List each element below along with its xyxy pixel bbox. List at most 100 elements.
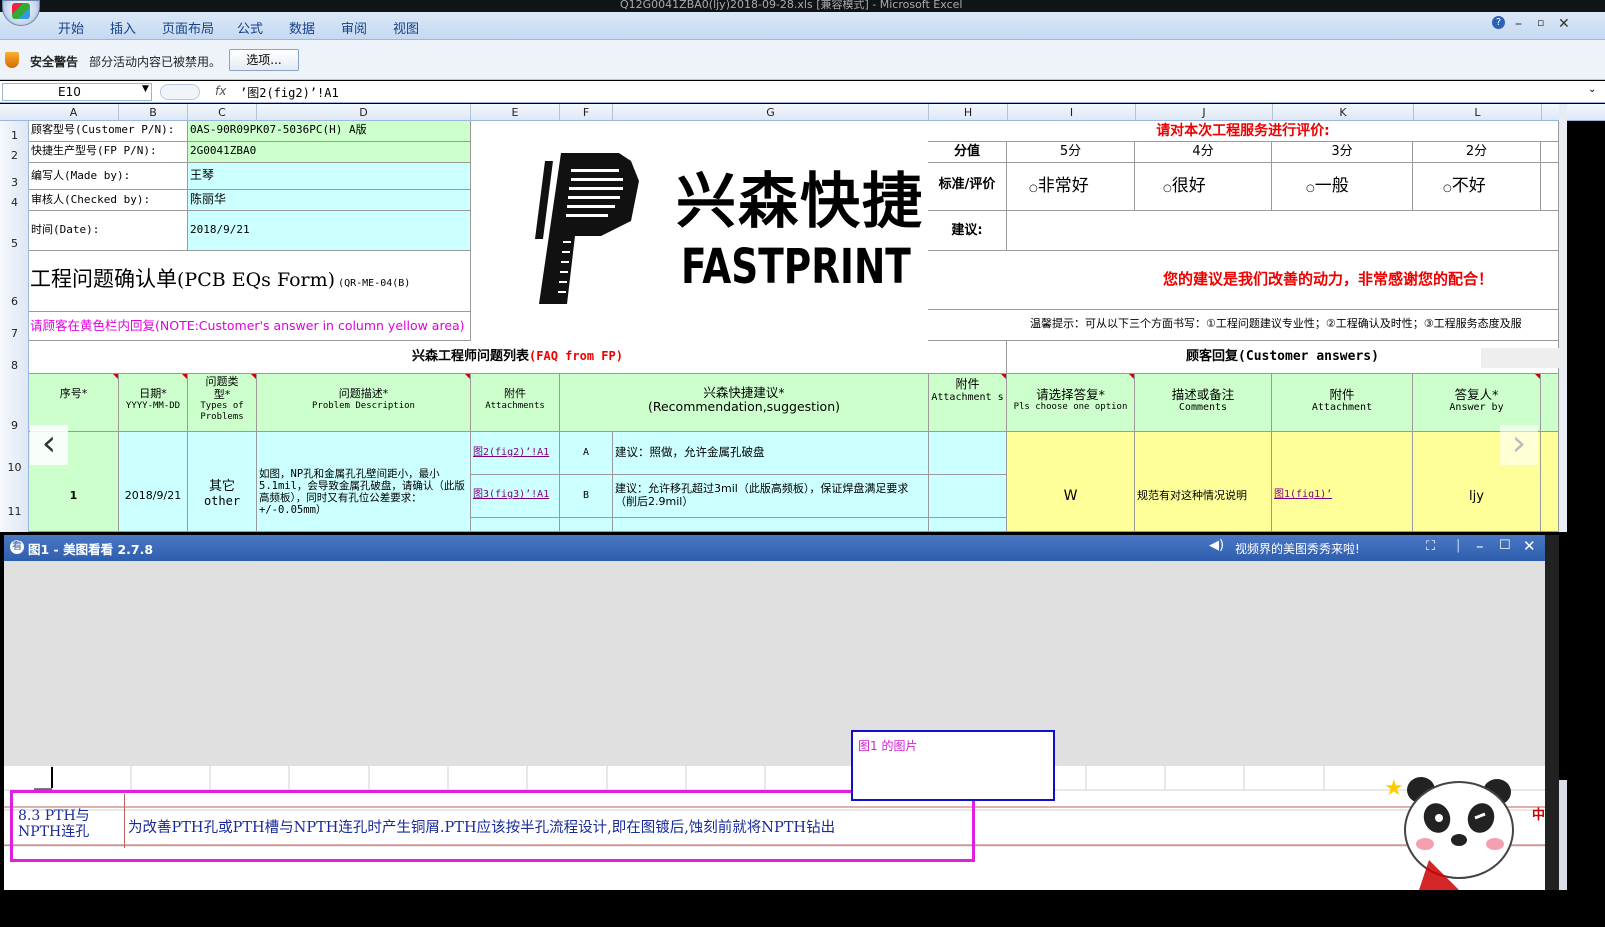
row-header[interactable]: 1 [0, 129, 29, 142]
col-header-g[interactable]: G [613, 104, 929, 121]
side-scroll-stub[interactable] [1559, 780, 1567, 890]
row-header[interactable]: 4 [0, 196, 29, 209]
row-header[interactable]: 6 [0, 295, 29, 308]
fx-icon[interactable]: fx [215, 84, 226, 98]
row1-opt-b[interactable]: B [560, 475, 613, 518]
header-recommendation[interactable]: 兴森快捷建议* (Recommendation,suggestion) [560, 374, 929, 432]
chevron-left-icon[interactable]: ‹ [30, 425, 68, 465]
option-very-good[interactable]: ○非常好 [1007, 163, 1135, 211]
row-header[interactable]: 10 [0, 461, 29, 474]
minimize-icon[interactable]: – [1476, 537, 1484, 555]
chevron-down-icon[interactable]: ▼ [142, 84, 149, 94]
row-header[interactable]: 3 [0, 176, 29, 189]
formula-zoom-icon[interactable] [160, 84, 200, 100]
radio-icon[interactable]: ○ [1306, 183, 1315, 194]
score-3[interactable]: 3分 [1272, 142, 1413, 163]
col-header-e[interactable]: E [471, 104, 560, 121]
row1-attach-c-cell[interactable] [471, 518, 560, 532]
options-button[interactable]: 选项... [229, 49, 299, 71]
fp-pn-value[interactable]: 2G0041ZBA0 [188, 142, 471, 163]
close-icon[interactable]: ✕ [1558, 16, 1570, 32]
date-value[interactable]: 2018/9/21 [188, 211, 471, 251]
row1-comment[interactable]: 规范有对这种情况说明 [1135, 432, 1272, 532]
row1-attach2-c[interactable] [929, 518, 1007, 532]
vertical-scrollbar[interactable] [1559, 104, 1567, 532]
form-title-cell[interactable]: 工程问题确认单(PCB EQs Form) (QR-ME-04(B) [29, 251, 471, 312]
col-header-a[interactable]: A [29, 104, 119, 121]
panda-mascot-icon[interactable] [1399, 774, 1519, 890]
row1-attach-b-cell[interactable]: 图3(fig3)’!A1 [471, 475, 560, 518]
insert-function[interactable]: fx [160, 84, 230, 100]
row1-attach-b-link[interactable]: 图3(fig3)’!A1 [473, 489, 549, 500]
header-type[interactable]: 问题类型* Types of Problems [188, 374, 257, 432]
score-2[interactable]: 2分 [1413, 142, 1541, 163]
row1-attach2-b[interactable] [929, 475, 1007, 518]
radio-icon[interactable]: ○ [1163, 183, 1172, 194]
col-header-c[interactable]: C [188, 104, 257, 121]
header-desc[interactable]: 问题描述* Problem Description [257, 374, 471, 432]
checked-by-label[interactable]: 审核人(Checked by): [29, 190, 188, 211]
viewer-canvas[interactable] [4, 561, 1545, 766]
option-good[interactable]: ○很好 [1135, 163, 1272, 211]
score-5[interactable]: 5分 [1007, 142, 1135, 163]
suggestion-label[interactable]: 建议: [928, 211, 1007, 251]
suggestion-input[interactable] [1007, 211, 1559, 251]
row-header[interactable]: 8 [0, 359, 29, 372]
score-4[interactable]: 4分 [1135, 142, 1272, 163]
restore-icon[interactable]: ▫ [1537, 16, 1544, 29]
col-header-k[interactable]: K [1273, 104, 1414, 121]
name-box[interactable]: E10 [2, 83, 152, 101]
row1-extra[interactable] [1541, 432, 1559, 532]
option-bad[interactable]: ○不好 [1413, 163, 1541, 211]
expand-formula-icon[interactable]: ⌄ [1588, 84, 1596, 95]
customer-pn-value[interactable]: 0AS-90R09PK07-5036PC(H) A版 [188, 121, 471, 142]
row-header[interactable]: 2 [0, 149, 29, 162]
tab-review[interactable]: 审阅 [341, 18, 367, 37]
tab-data[interactable]: 数据 [289, 18, 315, 37]
tab-page-layout[interactable]: 页面布局 [162, 18, 214, 37]
row1-attach-a-link[interactable]: 图2(fig2)’!A1 [473, 447, 549, 458]
header-attach[interactable]: 附件 Attachments [471, 374, 560, 432]
option-average[interactable]: ○一般 [1272, 163, 1413, 211]
close-icon[interactable]: ✕ [1523, 537, 1536, 555]
header-choose[interactable]: 请选择答复* Pls choose one option [1007, 374, 1135, 432]
speaker-icon[interactable]: ◀) [1209, 538, 1224, 553]
tab-formulas[interactable]: 公式 [237, 18, 263, 37]
date-label[interactable]: 时间(Date): [29, 211, 188, 251]
row1-desc[interactable]: 如图，NP孔和金属孔孔壁间距小，最小5.1mil，会导致金属孔破盘，请确认（此版… [257, 432, 471, 532]
tab-insert[interactable]: 插入 [110, 18, 136, 37]
row1-opt-c[interactable] [560, 518, 613, 532]
made-by-label[interactable]: 编写人(Made by): [29, 163, 188, 190]
radio-icon[interactable]: ○ [1443, 183, 1452, 194]
row1-date[interactable]: 2018/9/21 [119, 432, 188, 532]
row-header[interactable]: 5 [0, 237, 29, 250]
row1-rec-b[interactable]: 建议：允许移孔超过3mil（此版高频板），保证焊盘满足要求（削后2.9mil） [613, 475, 929, 518]
tab-home[interactable]: 开始 [58, 18, 84, 37]
col-header-d[interactable]: D [257, 104, 471, 121]
col-header-f[interactable]: F [560, 104, 613, 121]
row1-choice[interactable]: W [1007, 432, 1135, 532]
row1-attach2-a[interactable] [929, 432, 1007, 475]
row-header[interactable]: 9 [0, 419, 29, 432]
viewer-promo[interactable]: 视频界的美图秀秀来啦! [1235, 540, 1360, 557]
score-extra-cell[interactable] [1541, 142, 1559, 163]
radio-icon[interactable]: ○ [1029, 183, 1038, 194]
side-badge-icon[interactable]: 中 [1532, 804, 1545, 823]
checked-by-value[interactable]: 陈丽华 [188, 190, 471, 211]
header-extra[interactable] [1541, 374, 1559, 432]
chevron-right-icon[interactable]: › [1500, 425, 1538, 465]
minimize-icon[interactable]: – [1515, 16, 1522, 32]
customer-note[interactable]: 请顾客在黄色栏内回复(NOTE:Customer's answer in col… [29, 312, 471, 341]
row1-rec-a[interactable]: 建议：照做，允许金属孔破盘 [613, 432, 929, 475]
criteria-label[interactable]: 标准/评价 [928, 163, 1007, 211]
customer-section-title[interactable]: 顾客回复(Customer answers) [1007, 341, 1559, 374]
row1-attach-a-cell[interactable]: 图2(fig2)’!A1 [471, 432, 560, 475]
option-extra-cell[interactable] [1541, 163, 1559, 211]
row1-rec-c[interactable] [613, 518, 929, 532]
row1-opt-a[interactable]: A [560, 432, 613, 475]
row-header[interactable]: 7 [0, 327, 29, 340]
header-attach3[interactable]: 附件 Attachment [1272, 374, 1413, 432]
faq-section-title[interactable]: 兴森工程师问题列表(FAQ from FP) [29, 341, 1007, 374]
header-attach2[interactable]: 附件 Attachment s [929, 374, 1007, 432]
thanks-message[interactable]: 您的建议是我们改善的动力，非常感谢您的配合！ [928, 251, 1559, 310]
